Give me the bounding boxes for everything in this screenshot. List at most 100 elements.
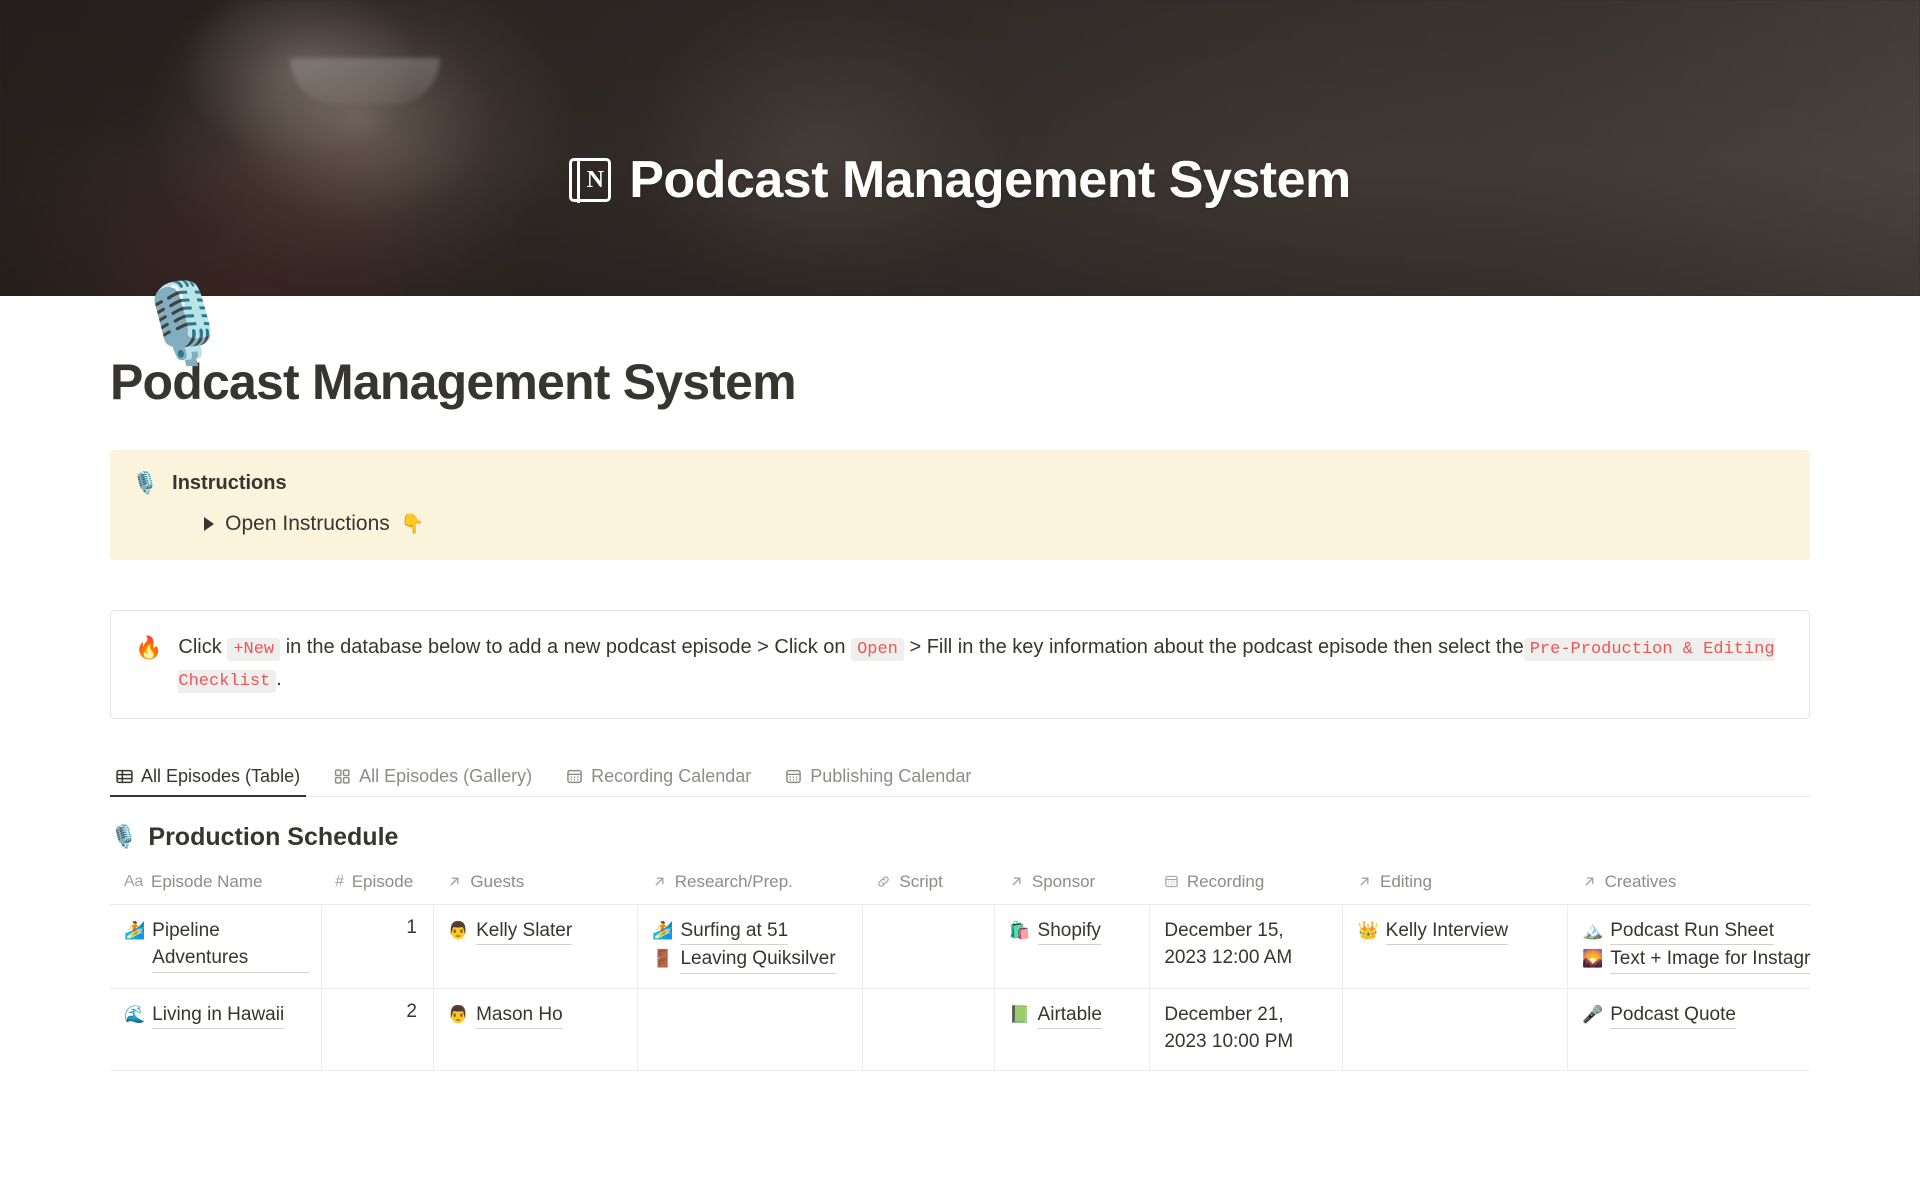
person-icon: 👨 (447, 920, 470, 940)
episode-name-link[interactable]: Living in Hawaii (152, 1001, 285, 1030)
notion-logo-letter: N (586, 167, 604, 193)
table-row[interactable]: 🌊 Living in Hawaii 2 👨 Mason Ho 📗 Airtab… (110, 988, 1810, 1071)
crown-icon: 👑 (1357, 920, 1379, 940)
cell-research-prep[interactable]: 🏄 Surfing at 51 🚪 Leaving Quiksilver (637, 904, 863, 989)
door-icon: 🚪 (652, 949, 674, 969)
tab-publishing-calendar[interactable]: Publishing Calendar (779, 766, 977, 796)
table-row[interactable]: 🏄 Pipeline Adventures 1 👨 Kelly Slater 🏄… (110, 904, 1810, 989)
column-header-research-prep[interactable]: Research/Prep. (637, 865, 863, 905)
tab-label: All Episodes (Table) (141, 765, 301, 786)
calendar-icon (785, 768, 802, 785)
relation-chip-label[interactable]: Leaving Quiksilver (680, 945, 836, 974)
column-header-episode[interactable]: # Episode (321, 865, 434, 905)
tab-all-episodes-table[interactable]: All Episodes (Table) (110, 765, 307, 797)
microphone-icon: 🎙️ (132, 471, 159, 495)
number-hash-icon: # (335, 872, 344, 890)
cell-editing[interactable]: 👑 Kelly Interview (1342, 904, 1569, 989)
column-header-guests[interactable]: Guests (433, 865, 638, 905)
column-label: Research/Prep. (674, 871, 793, 891)
cover-title-group: N Podcast Management System (0, 150, 1920, 210)
microphone-icon: 🎙️ (110, 824, 138, 850)
tip-block: 🔥 Click +New in the database below to ad… (110, 609, 1810, 719)
page-cover: N Podcast Management System (0, 0, 1920, 296)
episode-name-link[interactable]: Pipeline Adventures (152, 917, 309, 973)
mountain-icon: 🏔️ (1582, 920, 1604, 940)
tab-label: All Episodes (Gallery) (359, 765, 533, 786)
page-body: 🎙️ Podcast Management System 🎙️ Instruct… (0, 284, 1920, 1071)
column-header-script[interactable]: Script (862, 865, 995, 905)
database-title-text: Production Schedule (148, 822, 399, 851)
green-book-icon: 📗 (1009, 1004, 1031, 1024)
relation-chip-label[interactable]: Airtable (1037, 1001, 1102, 1030)
cell-creatives[interactable]: 🏔️ Podcast Run Sheet 🌄 Text + Image for … (1567, 904, 1810, 989)
cell-sponsor[interactable]: 📗 Airtable (994, 988, 1151, 1071)
page-icon[interactable]: 🎙️ (134, 284, 231, 362)
relation-arrow-icon (1009, 874, 1024, 889)
cell-creatives[interactable]: 🎤 Podcast Quote (1567, 988, 1810, 1071)
cell-sponsor[interactable]: 🛍️ Shopify (994, 904, 1151, 989)
cell-episode-number[interactable]: 1 (321, 904, 434, 989)
column-label: Creatives (1604, 871, 1677, 891)
relation-arrow-icon (447, 874, 462, 889)
toggle-label: Open Instructions (225, 511, 390, 535)
code-open: Open (851, 637, 904, 661)
column-header-recording[interactable]: Recording (1149, 865, 1343, 905)
tip-text-3: > Fill in the key information about the … (909, 635, 1524, 658)
column-header-sponsor[interactable]: Sponsor (994, 865, 1150, 905)
callout-heading: Instructions (172, 471, 287, 494)
tip-text-1: Click (178, 635, 222, 658)
column-header-creatives[interactable]: Creatives (1567, 865, 1810, 905)
cell-episode-name[interactable]: 🏄 Pipeline Adventures (110, 904, 322, 989)
gallery-icon (334, 768, 351, 785)
relation-chip-label[interactable]: Mason Ho (476, 1001, 563, 1030)
fire-icon: 🔥 (135, 634, 163, 660)
cell-script[interactable] (862, 904, 996, 989)
tip-text-2: in the database below to add a new podca… (285, 635, 846, 658)
relation-arrow-icon (1582, 874, 1597, 889)
tab-label: Publishing Calendar (810, 765, 972, 786)
relation-chip-label[interactable]: Kelly Interview (1385, 917, 1509, 946)
relation-chip-label[interactable]: Podcast Run Sheet (1610, 917, 1774, 946)
tab-recording-calendar[interactable]: Recording Calendar (560, 766, 757, 796)
notion-logo-icon: N (569, 157, 612, 203)
column-label: Guests (470, 871, 525, 891)
date-calendar-icon (1164, 874, 1179, 889)
page-content: Podcast Management System 🎙️ Instruction… (110, 354, 1810, 1071)
database-view-tabs: All Episodes (Table) All Episodes (Galle… (110, 755, 1810, 797)
cell-script[interactable] (862, 988, 996, 1071)
tip-text: Click +New in the database below to add … (178, 631, 1783, 696)
relation-chip-label[interactable]: Kelly Slater (476, 917, 573, 946)
database-title[interactable]: 🎙️ Production Schedule (110, 823, 1810, 852)
column-header-episode-name[interactable]: Aa Episode Name (110, 865, 322, 905)
table-icon (116, 768, 133, 785)
tip-text-4: . (276, 668, 282, 691)
cell-episode-number[interactable]: 2 (321, 988, 434, 1071)
cell-recording-date[interactable]: December 21, 2023 10:00 PM (1149, 988, 1344, 1071)
tab-all-episodes-gallery[interactable]: All Episodes (Gallery) (328, 766, 538, 796)
relation-chip-label[interactable]: Text + Image for Instagram (1610, 945, 1810, 974)
instructions-callout: 🎙️ Instructions Open Instructions 👇 (110, 449, 1810, 560)
callout-body: Instructions Open Instructions 👇 (172, 470, 1786, 536)
open-instructions-toggle[interactable]: Open Instructions 👇 (204, 512, 1786, 536)
microphone-icon: 🎤 (1582, 1004, 1604, 1024)
cell-editing[interactable] (1342, 988, 1569, 1071)
chevron-right-icon[interactable] (204, 516, 215, 531)
column-label: Recording (1186, 871, 1265, 891)
episodes-table: Aa Episode Name # Episode Guests Researc… (110, 865, 1810, 1071)
cell-guests[interactable]: 👨 Mason Ho (433, 988, 639, 1071)
relation-arrow-icon (652, 874, 667, 889)
code-new: +New (227, 637, 281, 661)
relation-chip-label[interactable]: Podcast Quote (1610, 1001, 1736, 1030)
relation-chip-label[interactable]: Surfing at 51 (680, 917, 789, 946)
relation-arrow-icon (1357, 874, 1372, 889)
column-header-editing[interactable]: Editing (1342, 865, 1568, 905)
cell-guests[interactable]: 👨 Kelly Slater (433, 904, 639, 989)
column-label: Sponsor (1031, 871, 1096, 891)
tab-label: Recording Calendar (591, 765, 752, 786)
cover-overlay (0, 0, 1920, 296)
cell-episode-name[interactable]: 🌊 Living in Hawaii (110, 988, 322, 1071)
relation-chip-label[interactable]: Shopify (1037, 917, 1101, 946)
cell-recording-date[interactable]: December 15, 2023 12:00 AM (1149, 904, 1344, 989)
cell-research-prep[interactable] (637, 988, 863, 1071)
person-icon: 👨 (447, 1004, 470, 1024)
